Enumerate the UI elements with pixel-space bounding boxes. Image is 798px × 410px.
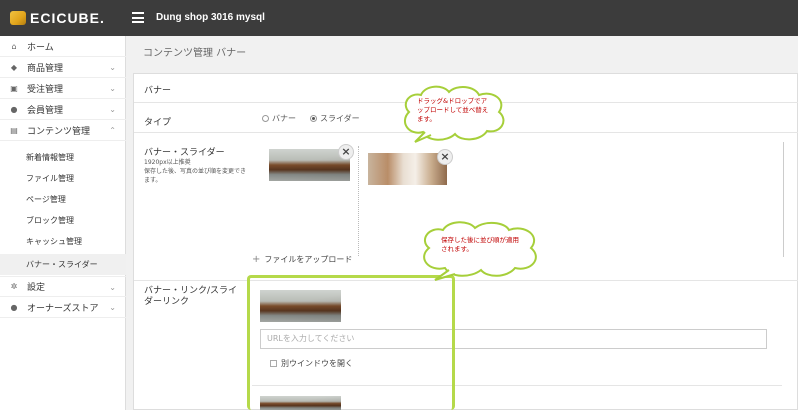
- scrollbar[interactable]: [783, 142, 784, 257]
- plus-icon: +: [252, 254, 261, 265]
- top-bar: ECICUBE. Dung shop 3016 mysql: [0, 0, 798, 36]
- radio-slider-label: スライダー: [320, 114, 360, 123]
- radio-checked-icon: [310, 115, 317, 122]
- card-title: バナー: [144, 86, 172, 96]
- cube-logo-icon: [10, 11, 26, 25]
- gear-icon: ✲: [10, 282, 18, 291]
- sidebar-subitem-files[interactable]: ファイル管理: [0, 168, 126, 189]
- sidebar-subitem-cache[interactable]: キャッシュ管理: [0, 231, 126, 252]
- chevron-down-icon: ⌄: [109, 303, 116, 312]
- divider: [358, 146, 359, 256]
- sidebar-item-label: 設定: [27, 283, 46, 293]
- radio-banner[interactable]: バナー: [262, 113, 296, 124]
- annotation-cloud-order: 保存した後に並び順が適用されます。: [415, 218, 545, 284]
- info-icon: ●: [10, 302, 18, 312]
- sidebar: ⌂ ホーム ◆ 商品管理 ⌄ ▣ 受注管理 ⌄ ● 会員管理 ⌄ ▤ コンテンツ…: [0, 36, 126, 410]
- chevron-down-icon: ⌄: [109, 105, 116, 114]
- sidebar-subitem-blocks[interactable]: ブロック管理: [0, 210, 126, 231]
- chevron-down-icon: ⌄: [109, 84, 116, 93]
- sidebar-item-products[interactable]: ◆ 商品管理 ⌄: [0, 57, 126, 78]
- sidebar-item-owners-store[interactable]: ● オーナーズストア ⌄: [0, 297, 126, 318]
- chevron-down-icon: ⌄: [109, 283, 116, 292]
- sidebar-item-label: 受注管理: [27, 84, 64, 95]
- cart-icon: ▣: [10, 83, 18, 93]
- annotation-text: ドラッグ&ドロップでアップロードして並べ替えます。: [417, 97, 489, 123]
- chevron-down-icon: ⌄: [109, 63, 116, 72]
- images-label: バナー・スライダー: [144, 148, 225, 158]
- sidebar-item-orders[interactable]: ▣ 受注管理 ⌄: [0, 78, 126, 99]
- upload-file-button[interactable]: + ファイルをアップロード: [252, 254, 352, 265]
- images-note: 1920px以上推奨 保存した後、写真の並び順を変更できます。: [144, 159, 247, 184]
- slider-image-2[interactable]: [368, 153, 447, 185]
- radio-circle-icon: [262, 115, 269, 122]
- sidebar-subitem-news[interactable]: 新着情報管理: [0, 147, 126, 168]
- sidebar-item-contents[interactable]: ▤ コンテンツ管理 ⌃: [0, 120, 126, 141]
- document-icon: ▤: [10, 125, 18, 135]
- logo[interactable]: ECICUBE.: [10, 10, 105, 26]
- sidebar-item-label: 会員管理: [27, 105, 64, 116]
- users-icon: ●: [10, 104, 18, 114]
- sidebar-item-label: コンテンツ管理: [27, 126, 91, 137]
- close-icon[interactable]: ×: [437, 149, 453, 165]
- sidebar-item-label: ホーム: [27, 42, 54, 53]
- annotation-text: 保存した後に並び順が適用されます。: [441, 236, 519, 253]
- radio-slider[interactable]: スライダー: [310, 113, 360, 124]
- sidebar-item-label: 商品管理: [27, 63, 64, 74]
- tag-icon: ◆: [10, 62, 18, 72]
- logo-text: ECICUBE.: [30, 10, 105, 26]
- highlight-frame: [247, 275, 455, 410]
- chevron-up-icon: ⌃: [109, 126, 116, 135]
- home-icon: ⌂: [11, 41, 17, 51]
- hamburger-menu-icon[interactable]: [132, 12, 144, 23]
- sidebar-item-label: オーナーズストア: [27, 303, 99, 314]
- upload-label: ファイルをアップロード: [264, 255, 353, 264]
- close-icon[interactable]: ×: [338, 144, 354, 160]
- sidebar-item-members[interactable]: ● 会員管理 ⌄: [0, 99, 126, 120]
- link-label: バナー・リンク/スライダーリンク: [144, 286, 238, 307]
- page-title: コンテンツ管理 バナー: [143, 48, 247, 59]
- shop-name: Dung shop 3016 mysql: [156, 12, 265, 23]
- annotation-cloud-drag: ドラッグ&ドロップでアップロードして並べ替えます。: [395, 82, 513, 148]
- type-label: タイプ: [144, 118, 172, 128]
- sidebar-subitem-pages[interactable]: ページ管理: [0, 189, 126, 210]
- sidebar-item-settings[interactable]: ✲ 設定 ⌄: [0, 276, 126, 297]
- sidebar-item-home[interactable]: ⌂ ホーム: [0, 36, 126, 57]
- radio-banner-label: バナー: [272, 114, 296, 123]
- sidebar-subitem-banner-slider[interactable]: バナー・スライダー: [0, 254, 126, 275]
